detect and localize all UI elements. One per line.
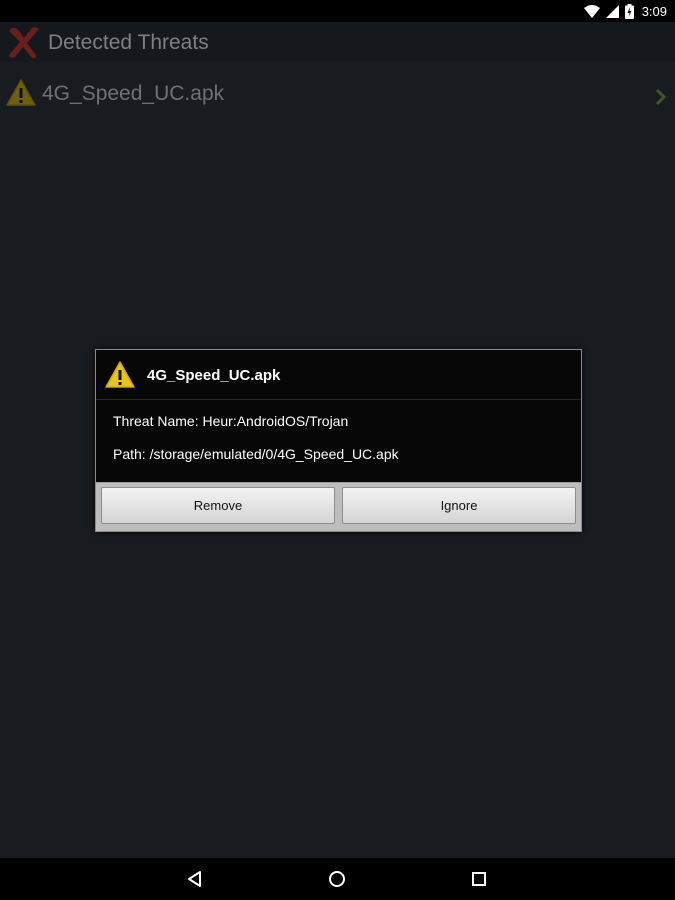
status-icons: 3:09 xyxy=(583,3,667,19)
dialog-title: 4G_Speed_UC.apk xyxy=(147,367,281,384)
wifi-icon xyxy=(583,4,600,18)
remove-button[interactable]: Remove xyxy=(101,487,335,524)
status-bar: 3:09 xyxy=(0,0,675,22)
ignore-button[interactable]: Ignore xyxy=(342,487,576,524)
threat-name: 4G_Speed_UC.apk xyxy=(42,82,225,105)
threat-path-text: Path: /storage/emulated/0/4G_Speed_UC.ap… xyxy=(113,446,399,462)
threat-name-text: Threat Name: Heur:AndroidOS/Trojan xyxy=(113,413,349,429)
status-time: 3:09 xyxy=(641,3,667,19)
warning-icon xyxy=(105,361,135,388)
title-bar: Detected Threats xyxy=(0,22,675,62)
dialog-actions: Remove Ignore xyxy=(96,482,581,531)
page-title: Detected Threats xyxy=(48,31,209,54)
navigation-bar xyxy=(0,858,675,900)
back-icon[interactable] xyxy=(184,868,206,890)
dialog-header: 4G_Speed_UC.apk xyxy=(96,350,581,400)
recents-icon[interactable] xyxy=(468,868,490,890)
red-x-icon[interactable] xyxy=(6,24,42,60)
signal-icon xyxy=(605,4,619,18)
threat-dialog: 4G_Speed_UC.apk Threat Name: Heur:Androi… xyxy=(95,349,582,532)
chevron-right-icon xyxy=(655,88,667,106)
warning-icon xyxy=(6,79,36,106)
threat-list-item[interactable]: 4G_Speed_UC.apk xyxy=(0,76,675,116)
battery-icon xyxy=(624,3,634,19)
home-icon[interactable] xyxy=(326,868,348,890)
